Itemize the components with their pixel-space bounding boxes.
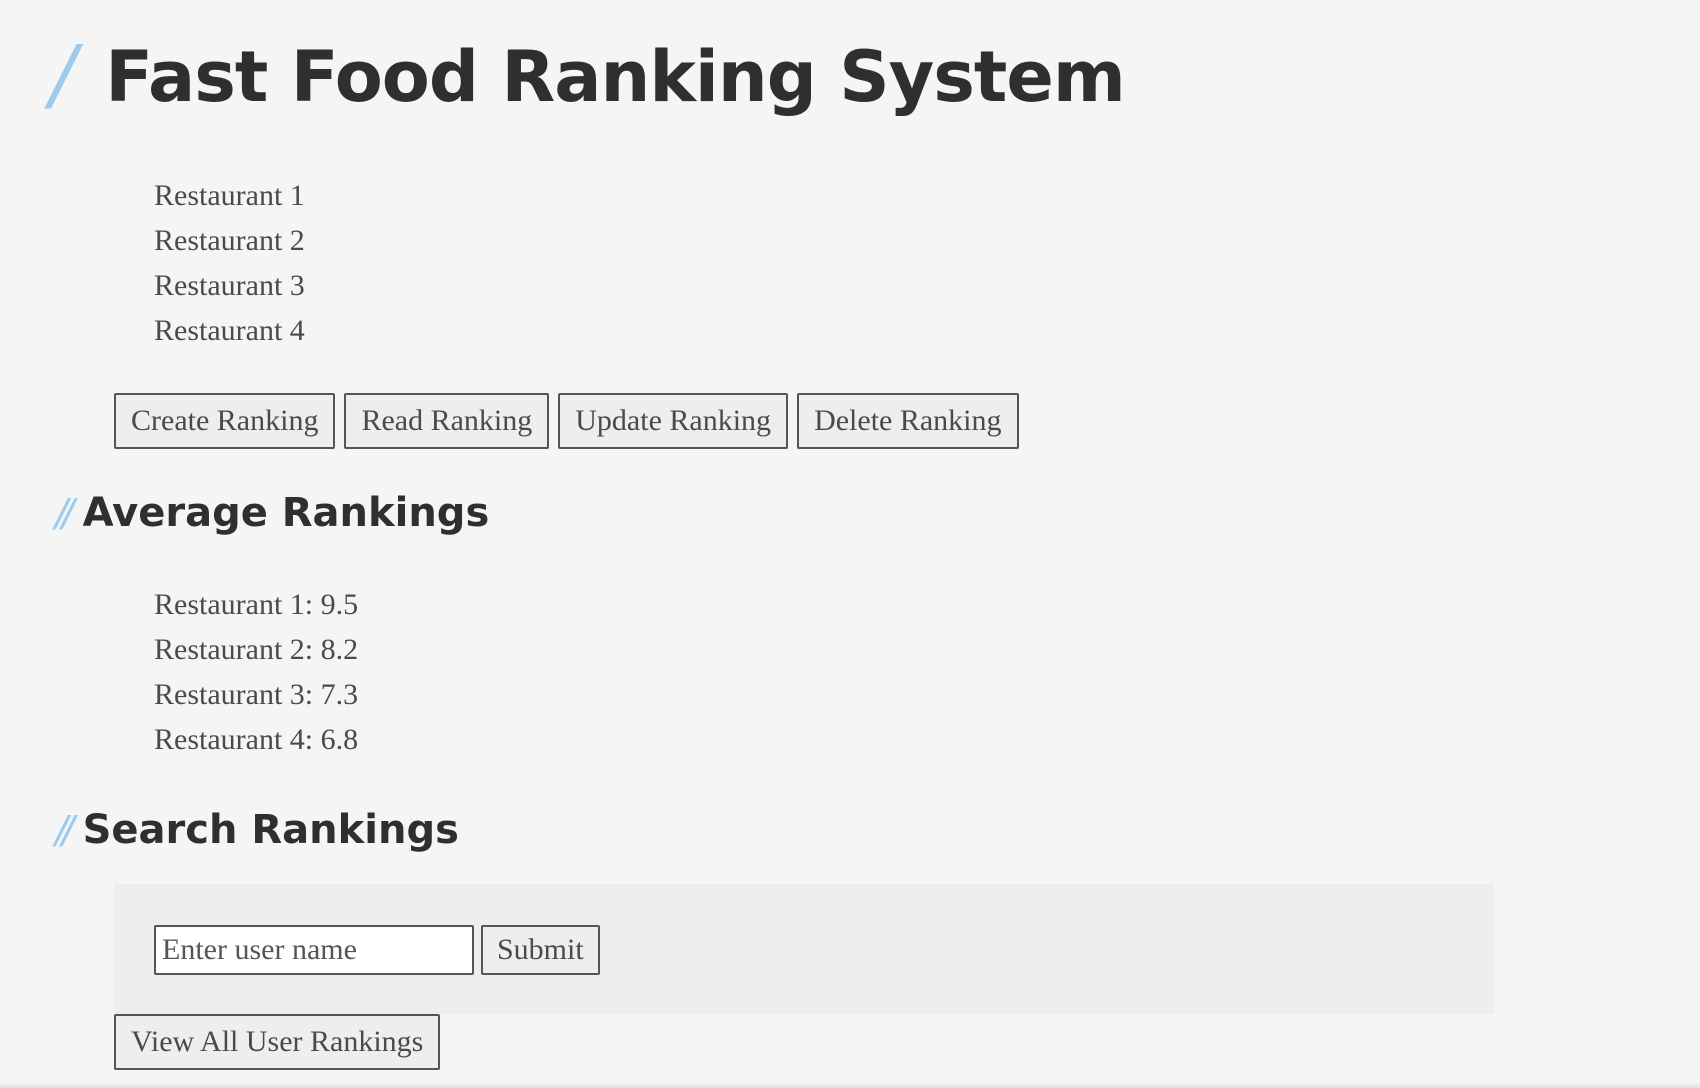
search-rankings-title: Search Rankings: [82, 807, 459, 853]
restaurant-list: Restaurant 1 Restaurant 2 Restaurant 3 R…: [154, 173, 305, 353]
search-rankings-heading: // Search Rankings: [55, 807, 459, 853]
ranking-actions: Create Ranking Read Ranking Update Ranki…: [114, 393, 1019, 449]
average-rankings-title: Average Rankings: [82, 490, 490, 536]
page-title-text: Fast Food Ranking System: [105, 36, 1126, 118]
bottom-edge-shadow: [0, 1082, 1700, 1088]
update-ranking-button[interactable]: Update Ranking: [558, 393, 789, 449]
page: / Fast Food Ranking System Restaurant 1 …: [0, 0, 1700, 1088]
create-ranking-button[interactable]: Create Ranking: [114, 393, 336, 449]
list-item: Restaurant 2: [154, 224, 305, 257]
list-item: Restaurant 4: [154, 314, 305, 347]
list-item: Restaurant 4: 6.8: [154, 723, 359, 756]
list-item: Restaurant 1: [154, 179, 305, 212]
search-form: Submit: [114, 884, 1494, 1014]
list-item: Restaurant 2: 8.2: [154, 633, 359, 666]
list-item: Restaurant 1: 9.5: [154, 588, 359, 621]
section-marker: //: [55, 491, 74, 535]
average-rankings-list: Restaurant 1: 9.5 Restaurant 2: 8.2 Rest…: [154, 582, 358, 762]
view-all-user-rankings-button[interactable]: View All User Rankings: [114, 1014, 441, 1070]
list-item: Restaurant 3: [154, 269, 305, 302]
title-marker: /: [50, 30, 76, 120]
delete-ranking-button[interactable]: Delete Ranking: [797, 393, 1019, 449]
read-ranking-button[interactable]: Read Ranking: [344, 393, 550, 449]
submit-button[interactable]: Submit: [481, 925, 600, 975]
user-name-input[interactable]: [154, 925, 474, 975]
average-rankings-heading: // Average Rankings: [55, 490, 489, 536]
page-title: / Fast Food Ranking System: [50, 30, 1126, 120]
list-item: Restaurant 3: 7.3: [154, 678, 359, 711]
section-marker: //: [55, 808, 74, 852]
